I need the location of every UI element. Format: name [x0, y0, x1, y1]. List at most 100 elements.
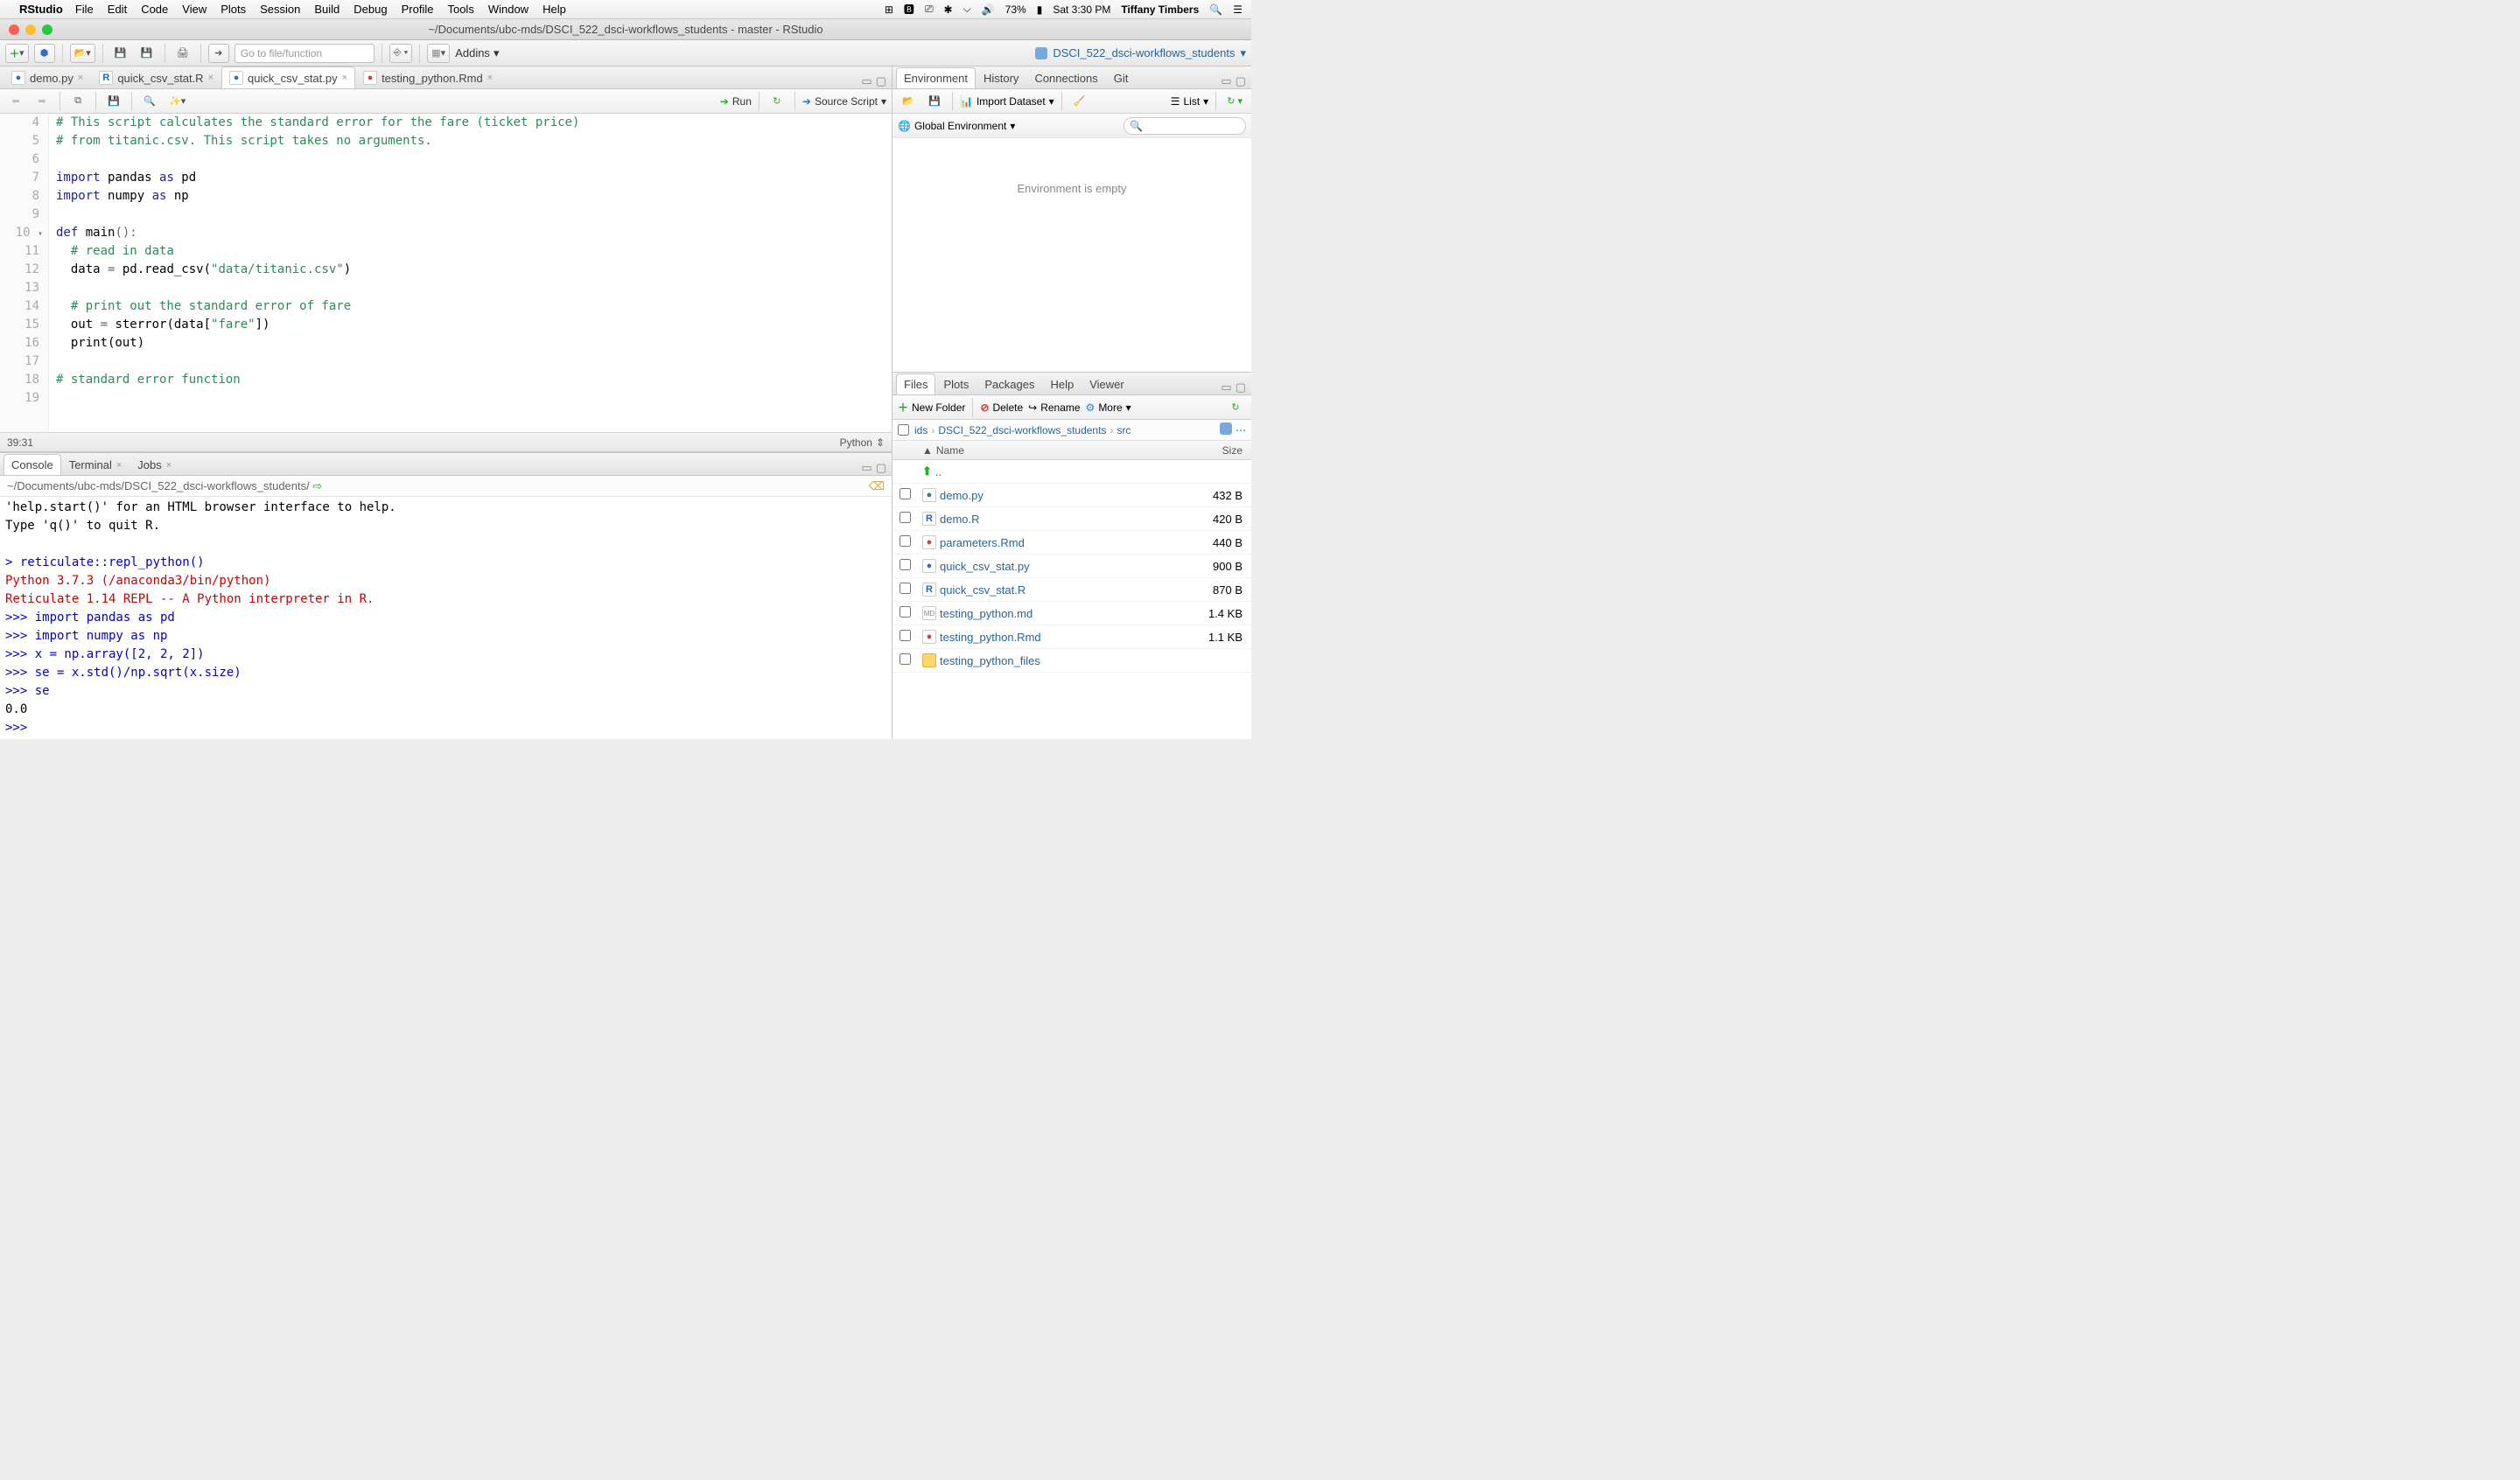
run-button[interactable]: ➔Run	[720, 95, 752, 108]
new-file-button[interactable]: ＋▾	[5, 44, 29, 63]
files-breadcrumb[interactable]: ids› DSCI_522_dsci-workflows_students› s…	[892, 420, 1251, 441]
save-workspace-button[interactable]: 💾	[924, 92, 945, 111]
file-row[interactable]: MD testing_python.md1.4 KB	[892, 602, 1251, 625]
close-icon[interactable]: ×	[116, 460, 122, 471]
menu-session[interactable]: Session	[260, 3, 300, 16]
bluetooth-icon[interactable]: ✱	[944, 3, 953, 16]
back-button[interactable]: ⬅	[5, 92, 26, 111]
tab-help[interactable]: Help	[1042, 373, 1082, 394]
minimize-pane-icon[interactable]: ▭	[1221, 74, 1231, 88]
save-all-button[interactable]: 💾	[136, 44, 158, 63]
file-checkbox[interactable]	[900, 606, 911, 618]
close-icon[interactable]: ×	[166, 460, 172, 471]
forward-button[interactable]: ➡	[32, 92, 52, 111]
import-dataset-button[interactable]: 📊 Import Dataset ▾	[960, 95, 1054, 108]
minimize-pane-icon[interactable]: ▭	[861, 461, 872, 475]
delete-button[interactable]: ⊘ Delete	[980, 401, 1023, 414]
spotlight-icon[interactable]: 🔍	[1209, 3, 1222, 16]
minimize-window-button[interactable]	[25, 24, 36, 35]
tab-files[interactable]: Files	[896, 373, 935, 394]
maximize-pane-icon[interactable]: ▢	[1236, 380, 1246, 394]
rerun-button[interactable]: ↻	[766, 92, 788, 111]
menu-file[interactable]: File	[75, 3, 94, 16]
more-button[interactable]: ⚙ More ▾	[1086, 401, 1131, 414]
tab-jobs[interactable]: Jobs×	[130, 454, 179, 475]
close-window-button[interactable]	[9, 24, 19, 35]
file-row[interactable]: ● parameters.Rmd440 B	[892, 531, 1251, 555]
close-tab-icon[interactable]: ×	[487, 73, 493, 83]
sort-by-size[interactable]: Size	[1190, 444, 1251, 457]
new-folder-button[interactable]: ＋New Folder	[898, 400, 965, 415]
source-tab[interactable]: ●quick_csv_stat.py×	[221, 66, 355, 88]
menu-debug[interactable]: Debug	[354, 3, 387, 16]
tab-terminal[interactable]: Terminal×	[61, 454, 130, 475]
tab-environment[interactable]: Environment	[896, 67, 976, 88]
code-editor[interactable]: 45678910 ▾111213141516171819 # This scri…	[0, 114, 892, 432]
env-scope-selector[interactable]: 🌐 Global Environment ▾	[898, 120, 1015, 132]
file-row[interactable]: testing_python_files	[892, 649, 1251, 673]
file-row[interactable]: R demo.R420 B	[892, 507, 1251, 531]
docker-icon[interactable]: ⊞	[885, 3, 893, 16]
tab-viewer[interactable]: Viewer	[1082, 373, 1132, 394]
app-name[interactable]: RStudio	[19, 3, 63, 16]
language-selector[interactable]: Python ⇕	[840, 436, 885, 449]
panes-button[interactable]: ▦ ▾	[427, 44, 450, 63]
maximize-pane-icon[interactable]: ▢	[876, 74, 886, 88]
input-icon[interactable]: 🅱	[904, 2, 914, 17]
source-tab[interactable]: Rquick_csv_stat.R×	[91, 66, 221, 88]
file-row[interactable]: ● quick_csv_stat.py900 B	[892, 555, 1251, 578]
save-source-button[interactable]: 💾	[103, 92, 124, 111]
close-tab-icon[interactable]: ×	[342, 73, 347, 83]
file-checkbox[interactable]	[900, 512, 911, 523]
menu-edit[interactable]: Edit	[108, 3, 127, 16]
battery-percent[interactable]: 73%	[1005, 3, 1026, 16]
tab-connections[interactable]: Connections	[1026, 67, 1105, 88]
clear-env-button[interactable]: 🧹	[1069, 92, 1090, 111]
file-checkbox[interactable]	[900, 535, 911, 547]
menu-plots[interactable]: Plots	[220, 3, 246, 16]
goto-file-input[interactable]: Go to file/function	[234, 44, 374, 63]
file-checkbox[interactable]	[900, 488, 911, 499]
datetime[interactable]: Sat 3:30 PM	[1053, 3, 1110, 16]
file-row[interactable]: ● testing_python.Rmd1.1 KB	[892, 625, 1251, 649]
file-checkbox[interactable]	[900, 583, 911, 594]
select-all-checkbox[interactable]	[898, 424, 909, 436]
env-search-input[interactable]: 🔍	[1124, 117, 1246, 135]
file-row[interactable]: ● demo.py432 B	[892, 484, 1251, 507]
source-tab[interactable]: ●testing_python.Rmd×	[355, 66, 500, 88]
wand-button[interactable]: ✨▾	[165, 92, 189, 111]
menu-build[interactable]: Build	[314, 3, 340, 16]
display-icon[interactable]: ⎚	[925, 3, 934, 16]
close-tab-icon[interactable]: ×	[208, 73, 214, 83]
console-output[interactable]: 'help.start()' for an HTML browser inter…	[0, 497, 892, 739]
more-path-icon[interactable]: ⋯	[1236, 424, 1246, 436]
zoom-window-button[interactable]	[42, 24, 52, 35]
tab-console[interactable]: Console	[4, 454, 61, 475]
list-view-selector[interactable]: ☰ List ▾	[1171, 95, 1208, 108]
rename-button[interactable]: ↪ Rename	[1028, 401, 1080, 414]
save-button[interactable]: 💾	[110, 44, 131, 63]
notification-center-icon[interactable]: ☰	[1233, 3, 1242, 16]
print-button[interactable]: 🖨	[172, 44, 193, 63]
wifi-icon[interactable]: ⌵	[963, 3, 971, 16]
file-row[interactable]: R quick_csv_stat.R870 B	[892, 578, 1251, 602]
clear-console-button[interactable]: ⌫	[869, 479, 885, 493]
addins-menu[interactable]: Addins ▾	[455, 46, 499, 60]
tab-plots[interactable]: Plots	[935, 373, 976, 394]
file-checkbox[interactable]	[900, 559, 911, 570]
maximize-pane-icon[interactable]: ▢	[876, 461, 886, 475]
menu-code[interactable]: Code	[141, 3, 168, 16]
source-script-button[interactable]: ➔Source Script ▾	[802, 95, 886, 108]
new-project-button[interactable]: ⬢	[34, 44, 55, 63]
minimize-pane-icon[interactable]: ▭	[861, 74, 872, 88]
refresh-env-button[interactable]: ↻ ▾	[1223, 92, 1246, 111]
minimize-pane-icon[interactable]: ▭	[1221, 380, 1231, 394]
file-up[interactable]: ⬆ ..	[892, 460, 1251, 484]
battery-icon[interactable]: ▮	[1037, 3, 1043, 16]
user-name[interactable]: Tiffany Timbers	[1121, 3, 1199, 16]
menu-window[interactable]: Window	[488, 3, 528, 16]
source-tab[interactable]: ●demo.py×	[4, 66, 91, 88]
file-checkbox[interactable]	[900, 630, 911, 641]
show-in-new-window-button[interactable]: ⧉	[67, 92, 88, 111]
close-tab-icon[interactable]: ×	[78, 73, 83, 83]
